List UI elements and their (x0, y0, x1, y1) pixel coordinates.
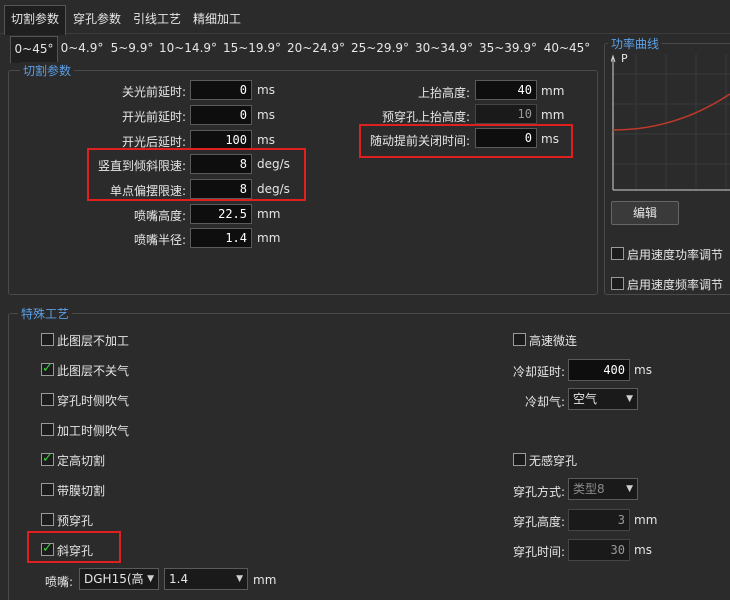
high-speed-link-checkbox[interactable] (513, 333, 526, 346)
subtab-angle-5-9.9[interactable]: 5~9.9° (108, 36, 156, 60)
nozzle-radius-input[interactable]: 1.4 (190, 228, 252, 248)
post-on-delay-unit: ms (257, 133, 275, 147)
pre-pierce-lift-input[interactable]: 10 (475, 104, 537, 124)
subtab-angle-15-19.9[interactable]: 15~19.9° (221, 36, 283, 60)
tab-lead-process[interactable]: 引线工艺 (128, 6, 186, 32)
cooling-delay-unit: ms (634, 363, 652, 377)
skip-layer-checkbox[interactable] (41, 333, 54, 346)
pierce-time-label: 穿孔时间: (512, 545, 565, 559)
subtab-angle-25-29.9[interactable]: 25~29.9° (349, 36, 411, 60)
subtab-angle-40-45[interactable]: 40~45° (540, 36, 594, 60)
nozzle-label: 喷嘴: (45, 575, 74, 589)
pierce-height-input[interactable]: 3 (568, 509, 630, 531)
chevron-down-icon: ▼ (147, 574, 154, 584)
nozzle-height-unit: mm (257, 207, 281, 221)
nozzle-size-select[interactable]: 1.4 ▼ (164, 568, 248, 590)
cooling-gas-select[interactable]: 空气 ▼ (568, 388, 638, 410)
power-curve-title: 功率曲线 (608, 35, 663, 52)
chevron-down-icon: ▼ (626, 484, 633, 494)
speed-power-label: 启用速度功率调节 (627, 248, 724, 262)
pierce-mode-value: 类型8 (573, 482, 605, 496)
cooling-gas-label: 冷却气: (524, 395, 565, 409)
power-curve-chart: P (610, 52, 730, 191)
power-curve-line (612, 93, 730, 131)
chevron-down-icon: ▼ (236, 574, 243, 584)
speed-frequency-label: 启用速度频率调节 (627, 278, 724, 292)
pierce-height-unit: mm (634, 513, 658, 527)
skip-layer-label: 此图层不加工 (57, 334, 130, 348)
pierce-time-unit: ms (634, 543, 652, 557)
nozzle-type-value: DGH15(高 (84, 572, 144, 586)
nozzle-radius-unit: mm (257, 231, 281, 245)
highlight-speed-limits (87, 148, 306, 201)
fixed-height-cut-checkbox[interactable] (41, 451, 54, 466)
top-tab-bar: 切割参数 穿孔参数 引线工艺 精细加工 (0, 0, 730, 35)
lift-height-label: 上抬高度: (417, 86, 470, 100)
post-on-delay-input[interactable]: 100 (190, 130, 252, 150)
nozzle-size-unit: mm (253, 573, 277, 587)
power-axis-label: P (621, 52, 628, 65)
fixed-height-cut-label: 定高切割 (57, 454, 106, 468)
subtab-angle-10-14.9[interactable]: 10~14.9° (158, 36, 218, 60)
nozzle-type-select[interactable]: DGH15(高 ▼ (79, 568, 159, 590)
cooling-delay-label: 冷却延时: (512, 365, 565, 379)
film-cut-label: 带膜切割 (57, 484, 106, 498)
pre-off-delay-label: 关光前延时: (121, 85, 186, 99)
pre-pierce-label: 预穿孔 (57, 514, 94, 528)
lift-height-input[interactable]: 40 (475, 80, 537, 100)
cooling-gas-value: 空气 (573, 392, 598, 406)
subtab-angle-35-39.9[interactable]: 35~39.9° (477, 36, 539, 60)
cooling-delay-input[interactable]: 400 (568, 359, 630, 381)
pre-off-delay-unit: ms (257, 83, 275, 97)
subtab-angle-0-45[interactable]: 0~45° (10, 36, 58, 63)
nozzle-height-input[interactable]: 22.5 (190, 204, 252, 224)
pierce-mode-label: 穿孔方式: (512, 485, 565, 499)
tab-cut-params[interactable]: 切割参数 (4, 5, 66, 35)
highlight-follow-close (359, 124, 573, 158)
edit-curve-button[interactable]: 编辑 (611, 201, 679, 225)
pierce-side-blow-checkbox[interactable] (41, 393, 54, 406)
tab-fine-machining[interactable]: 精细加工 (188, 6, 246, 32)
pre-on-delay-label: 开光前延时: (121, 110, 186, 124)
keep-gas-label: 此图层不关气 (57, 364, 130, 378)
lift-height-unit: mm (541, 84, 565, 98)
no-sense-pierce-checkbox[interactable] (513, 453, 526, 466)
nozzle-size-value: 1.4 (169, 572, 189, 586)
subtab-angle-30-34.9[interactable]: 30~34.9° (413, 36, 475, 60)
no-sense-pierce-label: 无感穿孔 (529, 454, 578, 468)
nozzle-height-label: 喷嘴高度: (133, 209, 186, 223)
special-process-title: 特殊工艺 (18, 305, 73, 322)
film-cut-checkbox[interactable] (41, 483, 54, 496)
pierce-side-blow-label: 穿孔时侧吹气 (57, 394, 130, 408)
pierce-height-label: 穿孔高度: (512, 515, 565, 529)
high-speed-link-label: 高速微连 (529, 334, 578, 348)
highlight-oblique-pierce (27, 531, 121, 563)
pre-on-delay-unit: ms (257, 108, 275, 122)
pre-pierce-lift-label: 预穿孔上抬高度: (381, 110, 470, 124)
pre-off-delay-input[interactable]: 0 (190, 80, 252, 100)
cut-params-title: 切割参数 (20, 62, 75, 79)
pre-on-delay-input[interactable]: 0 (190, 105, 252, 125)
pierce-time-input[interactable]: 30 (568, 539, 630, 561)
chevron-down-icon: ▼ (626, 394, 633, 404)
subtab-angle-20-24.9[interactable]: 20~24.9° (285, 36, 347, 60)
speed-power-checkbox[interactable] (611, 247, 624, 260)
speed-frequency-checkbox[interactable] (611, 277, 624, 290)
pre-pierce-lift-unit: mm (541, 108, 565, 122)
pre-pierce-checkbox[interactable] (41, 513, 54, 526)
cut-side-blow-label: 加工时侧吹气 (57, 424, 130, 438)
nozzle-radius-label: 喷嘴半径: (133, 233, 186, 247)
keep-gas-checkbox[interactable] (41, 361, 54, 376)
cut-side-blow-checkbox[interactable] (41, 423, 54, 436)
tab-pierce-params[interactable]: 穿孔参数 (68, 6, 126, 32)
subtab-angle-0-4.9[interactable]: 0~4.9° (59, 36, 105, 60)
pierce-mode-select[interactable]: 类型8 ▼ (568, 478, 638, 500)
